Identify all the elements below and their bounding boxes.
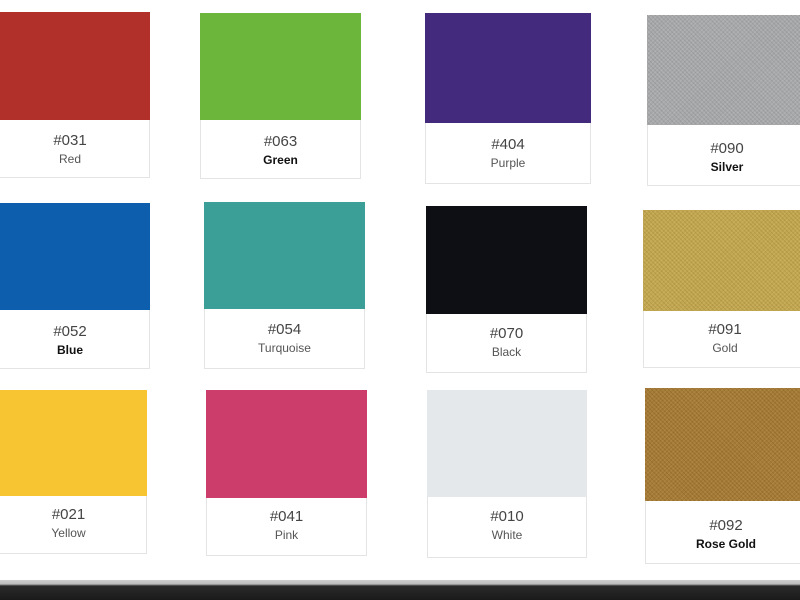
color-name: Rose Gold [695, 537, 756, 551]
swatch-card-white[interactable]: #010 White [427, 390, 587, 558]
color-swatch [0, 390, 147, 496]
swatch-card-silver[interactable]: #090 Silver [647, 15, 800, 186]
color-code: #010 [490, 508, 524, 525]
swatch-label: #041 Pink [207, 508, 366, 543]
swatch-card-turquoise[interactable]: #054 Turquoise [204, 202, 365, 369]
swatch-label: #021 Yellow [0, 506, 146, 541]
color-swatch [204, 202, 365, 309]
swatch-card-gold[interactable]: #091 Gold [643, 210, 800, 368]
color-name: Blue [56, 343, 83, 357]
color-swatch [0, 203, 150, 310]
color-name: Red [58, 152, 81, 166]
color-name: Black [491, 345, 522, 359]
color-code: #090 [710, 140, 744, 157]
swatch-label: #031 Red [0, 132, 149, 167]
color-swatch [200, 13, 361, 120]
swatch-card-green[interactable]: #063 Green [200, 13, 361, 179]
color-swatch [647, 15, 800, 125]
color-name: Silver [710, 160, 744, 174]
color-name: Green [263, 153, 298, 167]
color-code: #404 [491, 136, 525, 153]
color-swatch [643, 210, 800, 311]
color-name: Yellow [51, 526, 86, 540]
swatch-label: #052 Blue [0, 323, 149, 358]
swatch-label: #054 Turquoise [205, 321, 364, 356]
color-code: #021 [51, 506, 86, 523]
color-name: Pink [274, 528, 299, 542]
swatch-label: #063 Green [201, 133, 360, 168]
swatch-label: #091 Gold [644, 321, 800, 356]
color-code: #031 [53, 132, 87, 149]
color-swatch [427, 390, 587, 497]
color-code: #063 [263, 133, 298, 150]
color-swatch [645, 388, 800, 501]
swatch-label: #092 Rose Gold [646, 517, 800, 552]
swatch-card-pink[interactable]: #041 Pink [206, 390, 367, 556]
color-code: #054 [267, 321, 302, 338]
swatch-card-yellow[interactable]: #021 Yellow [0, 390, 147, 554]
color-name: White [491, 528, 523, 542]
color-name: Gold [712, 341, 738, 355]
color-code: #091 [708, 321, 742, 338]
color-code: #092 [709, 517, 743, 534]
swatch-label: #404 Purple [426, 136, 590, 171]
color-code: #070 [489, 325, 524, 342]
swatch-label: #070 Black [427, 325, 586, 360]
swatch-card-purple[interactable]: #404 Purple [425, 13, 591, 184]
color-name: Purple [490, 156, 526, 170]
swatch-label: #090 Silver [648, 140, 800, 175]
color-swatch [206, 390, 367, 498]
color-name: Turquoise [258, 341, 311, 355]
color-swatch [426, 206, 587, 314]
screen-bottom-bar [0, 580, 800, 600]
swatch-card-blue[interactable]: #052 Blue [0, 203, 150, 369]
swatch-card-red[interactable]: #031 Red [0, 12, 150, 178]
color-swatch [425, 13, 591, 123]
swatch-card-black[interactable]: #070 Black [426, 206, 587, 373]
color-swatch [0, 12, 150, 120]
swatch-card-rose-gold[interactable]: #092 Rose Gold [645, 388, 800, 564]
color-code: #041 [269, 508, 304, 525]
color-code: #052 [53, 323, 87, 340]
swatch-label: #010 White [428, 508, 586, 543]
